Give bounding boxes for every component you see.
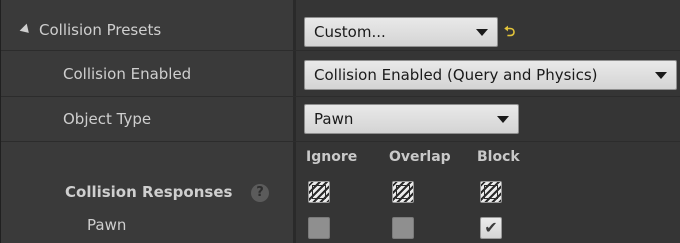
- collision-details-panel: Collision Presets Custom... ⮌ Collision …: [0, 0, 680, 243]
- object-type-value: Pawn: [314, 110, 354, 128]
- help-icon[interactable]: ?: [251, 184, 269, 202]
- collision-enabled-label: Collision Enabled: [63, 65, 192, 83]
- object-type-label: Object Type: [63, 110, 152, 128]
- collision-presets-dropdown[interactable]: Custom...: [304, 17, 498, 47]
- responses-ignore-checkbox[interactable]: [308, 181, 330, 203]
- collision-presets-label: Collision Presets: [39, 21, 162, 39]
- column-header-block: Block: [477, 149, 520, 165]
- collision-presets-value: Custom...: [314, 23, 386, 41]
- channel-pawn-label: Pawn: [87, 216, 127, 234]
- chevron-down-icon: [497, 116, 509, 123]
- object-type-dropdown[interactable]: Pawn: [304, 104, 519, 134]
- row-divider: [1, 50, 680, 51]
- reset-arrow-icon[interactable]: ⮌: [504, 21, 515, 45]
- collision-responses-label: Collision Responses: [65, 183, 233, 201]
- column-header-ignore: Ignore: [306, 149, 358, 165]
- row-divider: [1, 96, 680, 97]
- chevron-down-icon: [655, 72, 667, 79]
- row-divider: [1, 141, 680, 142]
- pawn-ignore-checkbox[interactable]: [308, 217, 330, 239]
- checkmark-icon: ✔: [484, 218, 498, 237]
- chevron-down-icon: [476, 29, 488, 36]
- responses-block-checkbox[interactable]: [480, 181, 502, 203]
- column-header-overlap: Overlap: [389, 149, 451, 165]
- pawn-overlap-checkbox[interactable]: [392, 217, 414, 239]
- pawn-block-checkbox[interactable]: ✔: [480, 217, 502, 239]
- collision-enabled-dropdown[interactable]: Collision Enabled (Query and Physics): [304, 60, 677, 90]
- responses-overlap-checkbox[interactable]: [392, 181, 414, 203]
- collision-enabled-value: Collision Enabled (Query and Physics): [314, 66, 598, 84]
